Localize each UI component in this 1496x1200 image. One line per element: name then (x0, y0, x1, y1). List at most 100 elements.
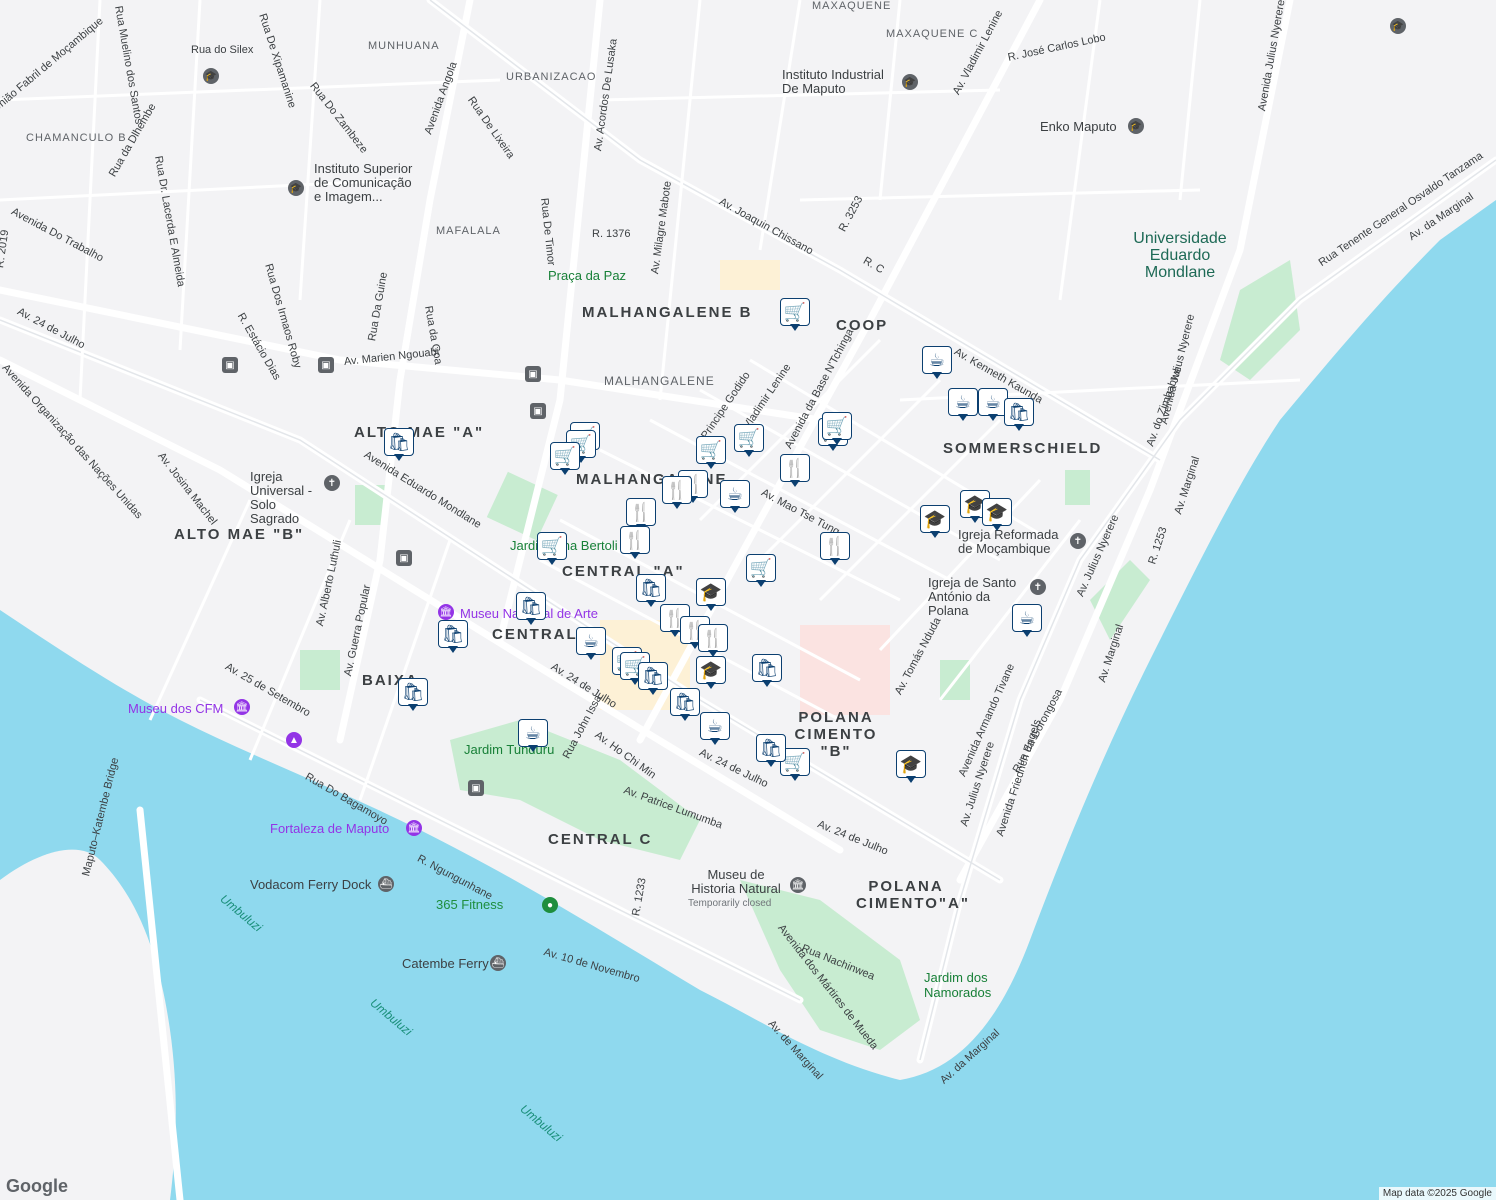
cafe-pin[interactable]: ☕ (948, 388, 978, 422)
bus-stop-icon[interactable]: ▣ (222, 357, 238, 373)
pin-tip (680, 714, 690, 721)
grocery-pin[interactable]: 🛒 (822, 412, 852, 446)
neighborhood-label: MALHANGALENE B (582, 304, 753, 321)
restaurant-pin[interactable]: 🍴 (620, 526, 650, 560)
bus-stop-icon[interactable]: ▣ (468, 780, 484, 796)
restaurant-pin[interactable]: 🍴 (780, 454, 810, 488)
pin-tip (408, 704, 418, 711)
park-label[interactable]: Jardim dos Namorados (924, 970, 1004, 1000)
shop-pin[interactable]: 🛍 (752, 654, 782, 688)
museum-icon: 🏛 (406, 820, 422, 836)
neighborhood-label: ALTO MAE "A" (354, 424, 485, 441)
grocery-pin[interactable]: 🛒 (746, 554, 776, 588)
cafe-icon: ☕ (576, 627, 606, 655)
poi-enko[interactable]: Enko Maputo (1040, 120, 1117, 134)
poi-iscim[interactable]: Instituto Superior de Comunicação e Imag… (314, 162, 414, 204)
poi-instituto-industrial[interactable]: Instituto Industrial De Maputo (782, 68, 902, 96)
pin-tip (790, 324, 800, 331)
poi-museu-cfm[interactable]: Museu dos CFM (128, 702, 223, 716)
cafe-icon: ☕ (720, 480, 750, 508)
school-icon: 🎓 (1128, 118, 1144, 134)
poi-fortaleza[interactable]: Fortaleza de Maputo (270, 822, 389, 836)
shop-pin[interactable]: 🛍 (756, 734, 786, 768)
grocery-icon: 🛒 (734, 424, 764, 452)
grocery-pin[interactable]: 🛒 (734, 424, 764, 458)
grocery-icon: 🛒 (746, 554, 776, 582)
shop-icon: 🛍 (670, 688, 700, 716)
school-pin[interactable]: 🎓 (696, 578, 726, 612)
cafe-icon: ☕ (518, 719, 548, 747)
grocery-icon: 🛒 (822, 412, 852, 440)
grocery-pin[interactable]: 🛒 (696, 436, 726, 470)
area-label: MAFALALA (436, 225, 501, 237)
map-canvas[interactable]: MALHANGALENE B COOP MALHANGALENE SOMMERS… (0, 0, 1496, 1200)
cafe-pin[interactable]: ☕ (576, 627, 606, 661)
cafe-pin[interactable]: ☕ (922, 346, 952, 380)
shop-icon: 🛍 (638, 662, 668, 690)
bus-stop-icon[interactable]: ▣ (530, 403, 546, 419)
school-pin[interactable]: 🎓 (896, 750, 926, 784)
pin-tip (1014, 424, 1024, 431)
restaurant-pin[interactable]: 🍴 (698, 624, 728, 658)
poi-igreja-universal[interactable]: Igreja Universal - Solo Sagrado (250, 470, 322, 526)
cafe-pin[interactable]: ☕ (700, 712, 730, 746)
map-base (0, 0, 1496, 1200)
shop-pin[interactable]: 🛍 (516, 592, 546, 626)
restaurant-pin[interactable]: 🍴 (662, 476, 692, 510)
shop-pin[interactable]: 🛍 (670, 688, 700, 722)
poi-igreja-reformada[interactable]: Igreja Reformada de Moçambique (958, 528, 1068, 556)
monument-icon: ▲ (286, 732, 302, 748)
shop-pin[interactable]: 🛍 (438, 620, 468, 654)
cafe-pin[interactable]: ☕ (518, 719, 548, 753)
neighborhood-label: MALHANGALENE (604, 374, 715, 388)
shop-pin[interactable]: 🛍 (398, 678, 428, 712)
pin-tip (1022, 630, 1032, 637)
poi-catembe-ferry[interactable]: Catembe Ferry (402, 957, 489, 971)
shop-icon: 🛍 (398, 678, 428, 706)
grocery-pin[interactable]: 🛒 (537, 532, 567, 566)
cafe-pin[interactable]: ☕ (1012, 604, 1042, 638)
park-area (300, 650, 340, 690)
poi-vodacom-ferry[interactable]: Vodacom Ferry Dock (250, 878, 371, 892)
school-pin[interactable]: 🎓 (696, 656, 726, 690)
park-label[interactable]: Praça da Paz (548, 268, 626, 283)
school-pin[interactable]: 🎓 (982, 498, 1012, 532)
pin-tip (930, 531, 940, 538)
restaurant-pin[interactable]: 🍴 (820, 532, 850, 566)
pin-tip (790, 480, 800, 487)
ferry-icon: ⛴ (490, 955, 506, 971)
church-icon: ✝ (324, 475, 340, 491)
school-icon: 🎓 (982, 498, 1012, 526)
bus-stop-icon[interactable]: ▣ (525, 366, 541, 382)
grocery-pin[interactable]: 🛒 (780, 298, 810, 332)
shop-pin[interactable]: 🛍 (1004, 398, 1034, 432)
grocery-icon: 🛒 (550, 442, 580, 470)
neighborhood-label: POLANA CIMENTO"A" (856, 878, 970, 912)
restaurant-icon: 🍴 (626, 498, 656, 526)
poi-museu-historia[interactable]: Museu de Historia Natural (686, 868, 786, 896)
grocery-pin[interactable]: 🛒 (550, 442, 580, 476)
restaurant-icon: 🍴 (620, 526, 650, 554)
pin-tip (970, 516, 980, 523)
shop-pin[interactable]: 🛍 (636, 574, 666, 608)
cafe-icon: ☕ (922, 346, 952, 374)
school-icon: 🎓 (203, 68, 219, 84)
shop-pin[interactable]: 🛍 (384, 428, 414, 462)
pin-tip (394, 454, 404, 461)
pin-tip (932, 372, 942, 379)
shop-pin[interactable]: 🛍 (638, 662, 668, 696)
pin-tip (730, 506, 740, 513)
area-label: MUNHUANA (368, 40, 440, 52)
restaurant-icon: 🍴 (698, 624, 728, 652)
pin-tip (706, 462, 716, 469)
cafe-pin[interactable]: ☕ (720, 480, 750, 514)
bus-stop-icon[interactable]: ▣ (396, 550, 412, 566)
bus-stop-icon[interactable]: ▣ (318, 357, 334, 373)
commercial-area (720, 260, 780, 290)
road-label: Rua do Silex (191, 44, 254, 56)
poi-fitness[interactable]: 365 Fitness (436, 898, 503, 912)
gym-icon: ● (542, 897, 558, 913)
school-pin[interactable]: 🎓 (920, 505, 950, 539)
poi-universidade[interactable]: Universidade Eduardo Mondlane (1130, 230, 1230, 281)
grocery-icon: 🛒 (780, 298, 810, 326)
